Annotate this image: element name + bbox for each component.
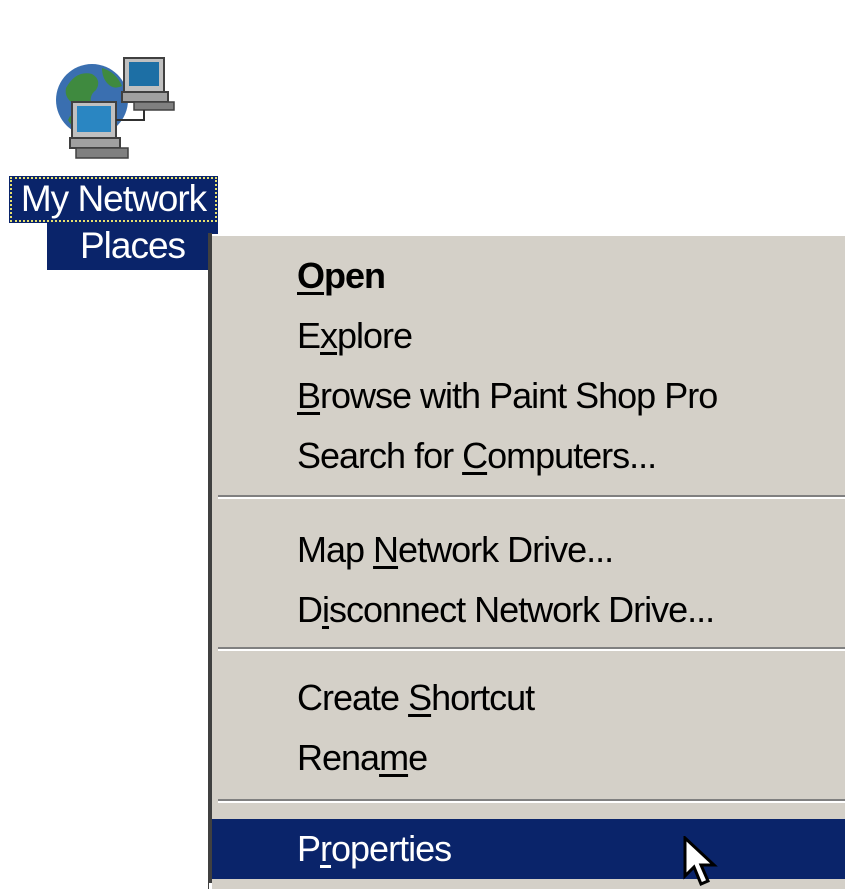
menu-item-label: Rename: [297, 737, 428, 778]
icon-label-line-2: Places: [47, 223, 218, 270]
menu-item-disconnect-network-drive[interactable]: Disconnect Network Drive...: [212, 580, 845, 640]
desktop: My Network Places Open Explore Browse wi…: [0, 0, 845, 889]
menu-item-create-shortcut[interactable]: Create Shortcut: [212, 668, 845, 728]
menu-item-label: Create Shortcut: [297, 677, 535, 718]
menu-item-open[interactable]: Open: [212, 246, 845, 306]
menu-item-label: Open: [297, 255, 386, 296]
icon-label-line-1: My Network: [9, 176, 218, 223]
menu-item-browse-paint-shop-pro[interactable]: Browse with Paint Shop Pro: [212, 366, 845, 426]
menu-item-label: Search for Computers...: [297, 435, 657, 476]
menu-separator: [218, 495, 845, 499]
menu-item-properties[interactable]: Properties: [212, 819, 845, 879]
menu-separator: [218, 799, 845, 803]
menu-item-rename[interactable]: Rename: [212, 728, 845, 788]
menu-item-label: Explore: [297, 315, 413, 356]
arrow-pointer-icon: [683, 836, 718, 886]
menu-separator: [218, 647, 845, 651]
menu-item-label: Disconnect Network Drive...: [297, 589, 715, 630]
menu-item-label: Map Network Drive...: [297, 529, 614, 570]
menu-item-label: Properties: [297, 828, 452, 869]
network-places-icon[interactable]: [52, 50, 176, 166]
menu-item-label: Browse with Paint Shop Pro: [297, 375, 718, 416]
menu-item-map-network-drive[interactable]: Map Network Drive...: [212, 520, 845, 580]
menu-item-search-computers[interactable]: Search for Computers...: [212, 426, 845, 486]
menu-item-explore[interactable]: Explore: [212, 306, 845, 366]
desktop-icon-label[interactable]: My Network Places: [9, 176, 218, 270]
context-menu: Open Explore Browse with Paint Shop Pro …: [208, 233, 845, 889]
